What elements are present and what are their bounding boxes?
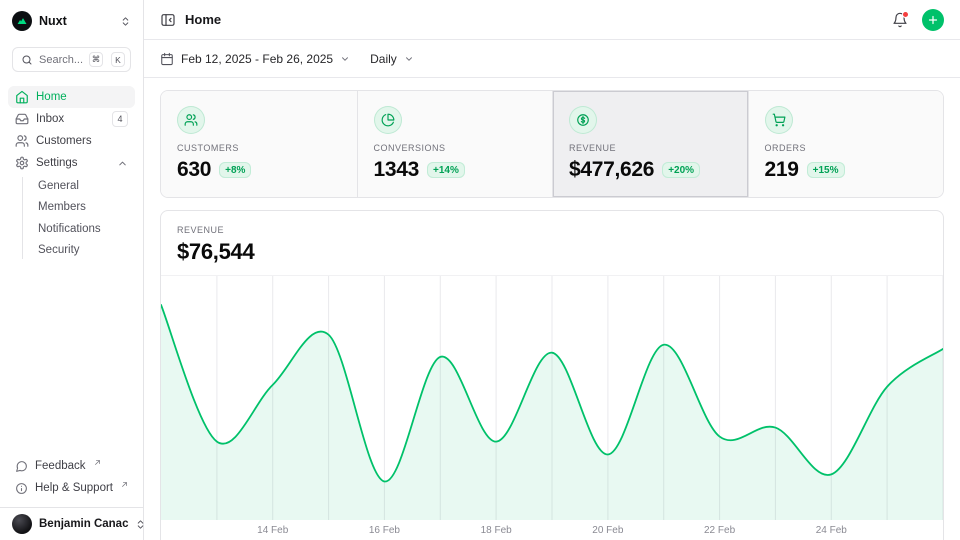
- gear-icon: [15, 156, 29, 170]
- chart-header: REVENUE $76,544: [161, 211, 943, 275]
- x-tick-label: 24 Feb: [816, 525, 847, 536]
- sidebar-item-security[interactable]: Security: [8, 240, 135, 262]
- sidebar-item-home[interactable]: Home: [8, 86, 135, 108]
- stat-label: CUSTOMERS: [177, 143, 341, 153]
- sidebar-item-members[interactable]: Members: [8, 197, 135, 219]
- app-window: Nuxt Search... ⌘ K Home: [0, 0, 960, 540]
- settings-sub-list: General Members Notifications Security: [8, 175, 135, 261]
- chart-metric-value: $76,544: [177, 239, 927, 265]
- notifications-button[interactable]: [892, 12, 908, 28]
- add-button[interactable]: [922, 9, 944, 31]
- date-range-label: Feb 12, 2025 - Feb 26, 2025: [181, 52, 333, 66]
- page-title: Home: [185, 12, 221, 27]
- x-tick-label: 14 Feb: [257, 525, 288, 536]
- chevron-down-icon: [340, 54, 350, 64]
- chart-x-axis: 14 Feb 16 Feb 18 Feb 20 Feb 22 Feb 24 Feb: [161, 520, 943, 540]
- stat-delta-badge: +15%: [807, 162, 845, 178]
- sidebar-item-inbox[interactable]: Inbox 4: [8, 108, 135, 130]
- workspace-name: Nuxt: [39, 14, 113, 28]
- sidebar-item-customers[interactable]: Customers: [8, 130, 135, 152]
- home-icon: [15, 90, 29, 104]
- workspace-switcher[interactable]: Nuxt: [0, 0, 143, 32]
- sidebar-item-label: Customers: [36, 135, 92, 147]
- stat-tile-customers[interactable]: CUSTOMERS 630 +8%: [161, 91, 357, 197]
- x-tick-label: 22 Feb: [704, 525, 735, 536]
- stat-tile-orders[interactable]: ORDERS 219 +15%: [748, 91, 944, 197]
- x-tick-label: 18 Feb: [481, 525, 512, 536]
- granularity-select[interactable]: Daily: [370, 52, 414, 66]
- stat-tile-revenue[interactable]: REVENUE $477,626 +20%: [552, 91, 748, 197]
- revenue-chart-svg: [161, 276, 943, 520]
- date-range-picker[interactable]: Feb 12, 2025 - Feb 26, 2025: [160, 52, 350, 66]
- main-area: Home Feb 12, 2025 - Feb 26, 2025: [144, 0, 960, 540]
- granularity-label: Daily: [370, 52, 397, 66]
- collapse-sidebar-icon[interactable]: [160, 12, 176, 28]
- sidebar-item-feedback[interactable]: Feedback: [8, 455, 135, 477]
- sidebar-item-label: Home: [36, 91, 67, 103]
- chart-metric-label: REVENUE: [177, 225, 927, 235]
- revenue-chart-card: REVENUE $76,544 14 Feb 16 Feb 18 Feb 20 Feb…: [160, 210, 944, 540]
- revenue-area-chart[interactable]: [161, 275, 943, 520]
- stat-value: $477,626: [569, 158, 654, 182]
- user-name: Benjamin Canac: [39, 518, 128, 530]
- stat-delta-badge: +20%: [662, 162, 700, 178]
- kbd-k: K: [111, 52, 125, 67]
- sidebar-item-label: Inbox: [36, 113, 64, 125]
- info-circle-icon: [15, 482, 28, 495]
- stat-label: REVENUE: [569, 143, 732, 153]
- sidebar-item-notifications[interactable]: Notifications: [8, 218, 135, 240]
- notification-dot: [902, 11, 909, 18]
- filters-toolbar: Feb 12, 2025 - Feb 26, 2025 Daily: [144, 40, 960, 78]
- inbox-icon: [15, 112, 29, 126]
- users-icon: [177, 106, 205, 134]
- sub-item-label: Notifications: [38, 223, 101, 235]
- sidebar-footer-nav: Feedback Help & Support: [0, 455, 143, 507]
- sidebar-item-settings[interactable]: Settings: [8, 152, 135, 174]
- search-placeholder: Search...: [39, 54, 83, 66]
- chat-bubble-icon: [15, 460, 28, 473]
- x-tick-label: 20 Feb: [592, 525, 623, 536]
- page-header: Home: [144, 0, 960, 40]
- sidebar: Nuxt Search... ⌘ K Home: [0, 0, 144, 540]
- sidebar-item-general[interactable]: General: [8, 175, 135, 197]
- stat-value: 630: [177, 158, 211, 182]
- inbox-count-badge: 4: [112, 111, 128, 127]
- sub-item-label: Security: [38, 244, 80, 256]
- search-input[interactable]: Search... ⌘ K: [12, 47, 131, 72]
- dollar-circle-icon: [569, 106, 597, 134]
- search-icon: [21, 54, 33, 66]
- sidebar-item-label: Settings: [36, 157, 78, 169]
- x-tick-label: 16 Feb: [369, 525, 400, 536]
- sub-item-label: General: [38, 180, 79, 192]
- stats-grid: CUSTOMERS 630 +8% CONVERSIONS 1343 +14%: [160, 90, 944, 198]
- user-menu[interactable]: Benjamin Canac: [0, 507, 143, 540]
- users-icon: [15, 134, 29, 148]
- chevron-down-icon: [404, 54, 414, 64]
- kbd-cmd: ⌘: [89, 52, 103, 67]
- stat-label: CONVERSIONS: [374, 143, 537, 153]
- chart-pie-icon: [374, 106, 402, 134]
- stat-delta-badge: +8%: [219, 162, 251, 178]
- stat-label: ORDERS: [765, 143, 928, 153]
- external-link-icon: [121, 481, 128, 488]
- external-link-icon: [94, 459, 101, 466]
- dashboard-content: CUSTOMERS 630 +8% CONVERSIONS 1343 +14%: [144, 78, 960, 540]
- stat-value: 219: [765, 158, 799, 182]
- sidebar-nav: Home Inbox 4 Customers Settings: [0, 78, 143, 261]
- sidebar-item-help-support[interactable]: Help & Support: [8, 477, 135, 499]
- chevron-up-icon: [117, 158, 128, 169]
- avatar: [12, 514, 32, 534]
- stat-tile-conversions[interactable]: CONVERSIONS 1343 +14%: [357, 91, 553, 197]
- stat-value: 1343: [374, 158, 420, 182]
- stat-delta-badge: +14%: [427, 162, 465, 178]
- sub-item-label: Members: [38, 201, 86, 213]
- chevron-updown-icon: [120, 16, 131, 27]
- nuxt-logo-icon: [12, 11, 32, 31]
- sidebar-item-label: Help & Support: [35, 482, 113, 494]
- calendar-icon: [160, 52, 174, 66]
- sidebar-item-label: Feedback: [35, 460, 86, 472]
- cart-icon: [765, 106, 793, 134]
